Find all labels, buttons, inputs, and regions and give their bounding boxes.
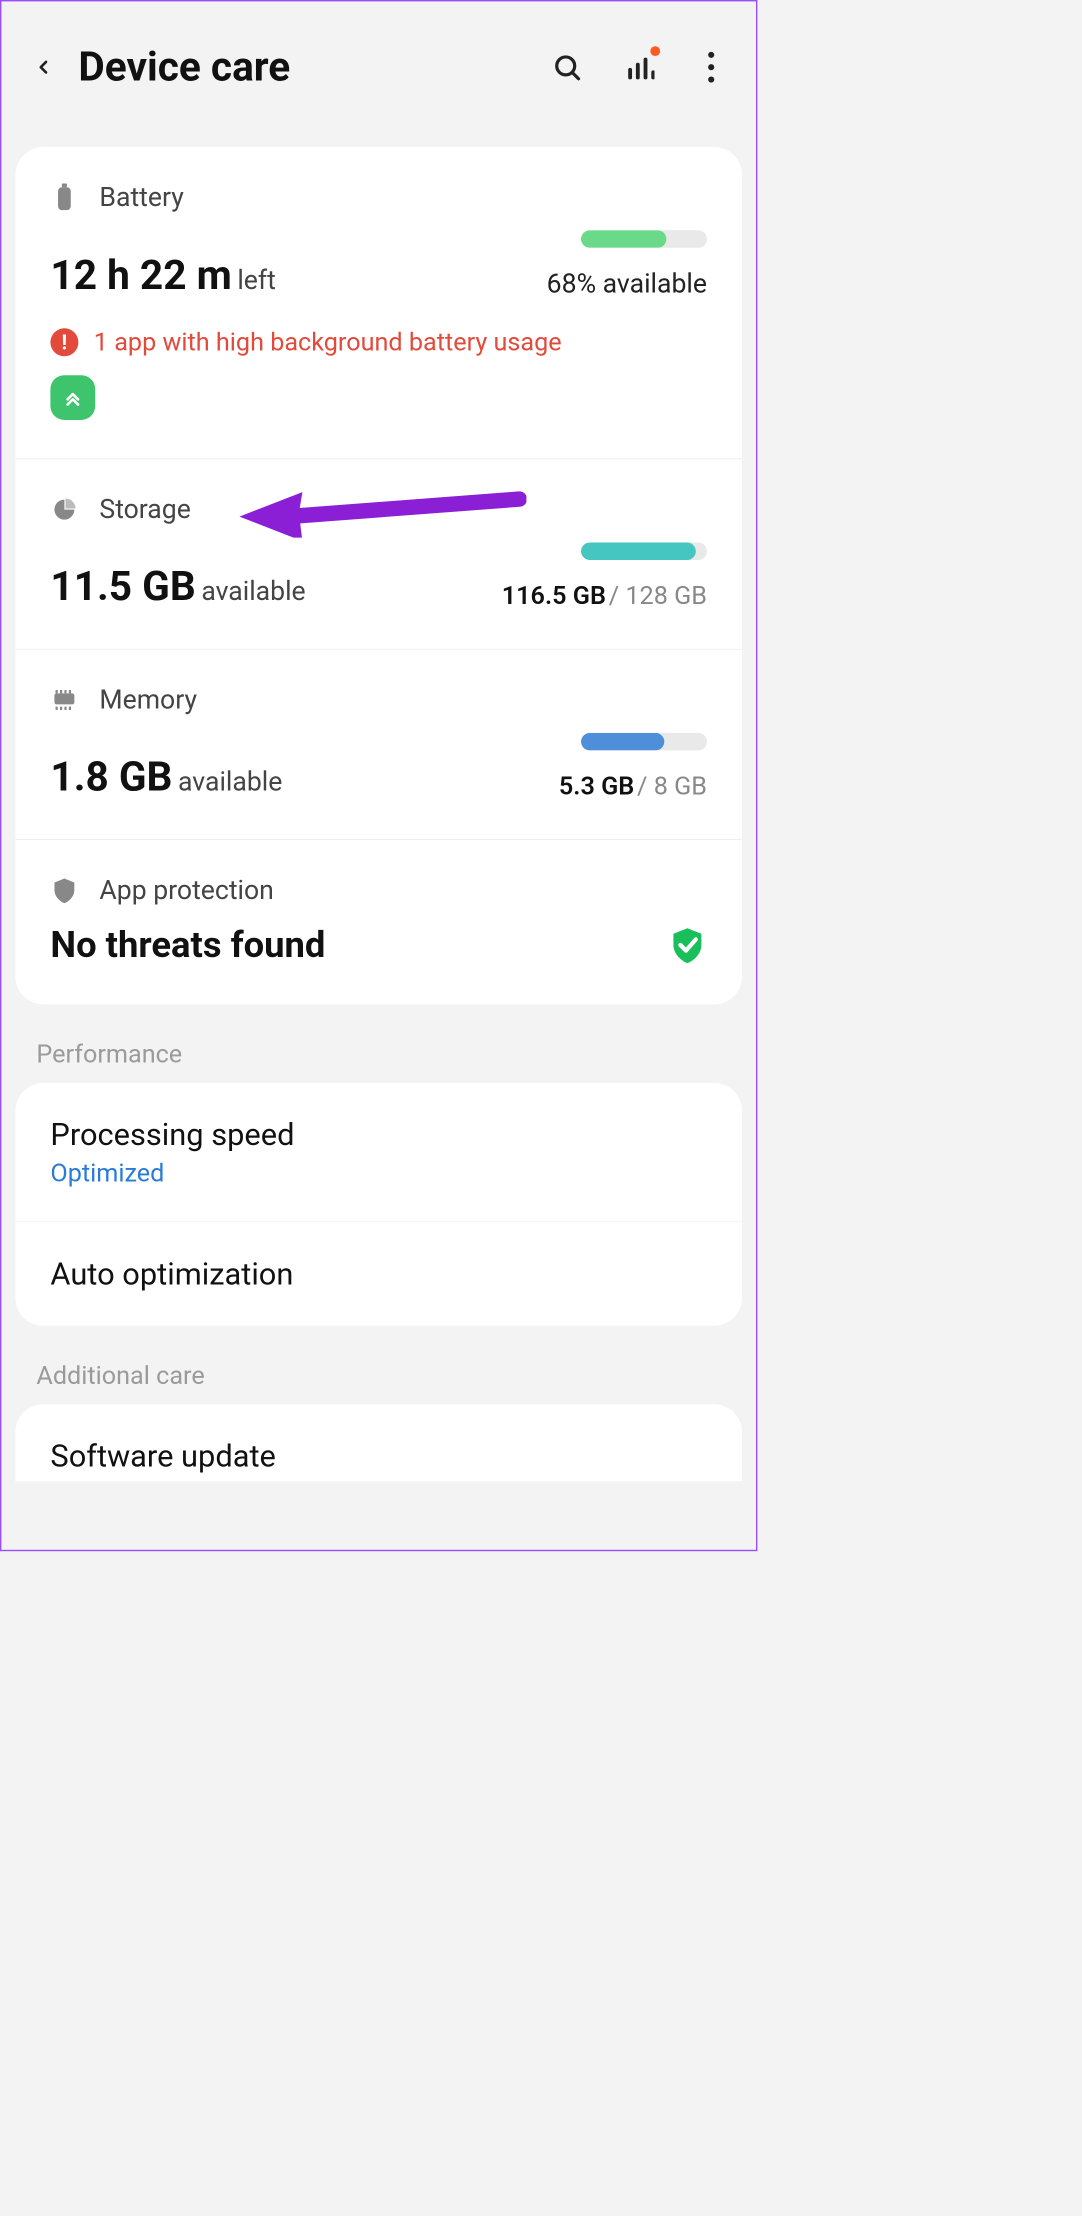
chevron-left-icon (33, 52, 54, 83)
chevron-double-up-icon (62, 387, 83, 408)
performance-list: Processing speed Optimized Auto optimiza… (15, 1083, 742, 1326)
battery-warning-text: 1 app with high background battery usage (94, 328, 562, 357)
storage-section[interactable]: Storage 11.5 GB available 116.5 GB / 128… (15, 459, 742, 649)
storage-icon (50, 496, 78, 524)
search-button[interactable] (550, 50, 584, 84)
auto-optimization-title: Auto optimization (50, 1256, 707, 1292)
optimize-badge[interactable] (50, 375, 95, 420)
app-header: Device care (1, 1, 756, 147)
battery-bar (581, 230, 707, 248)
bar-chart-icon (624, 52, 655, 83)
memory-ratio: 5.3 GB / 8 GB (559, 771, 707, 800)
battery-warning[interactable]: ! 1 app with high background battery usa… (50, 328, 707, 357)
auto-optimization-item[interactable]: Auto optimization (15, 1222, 742, 1326)
battery-bar-fill (581, 230, 667, 248)
alert-icon: ! (50, 328, 78, 356)
storage-available: 11.5 GB available (50, 563, 305, 611)
processing-speed-sub: Optimized (50, 1159, 707, 1188)
memory-icon (50, 686, 78, 714)
shield-icon (50, 876, 78, 904)
battery-label: Battery (99, 182, 183, 213)
performance-group-label: Performance (1, 1005, 756, 1083)
storage-ratio: 116.5 GB / 128 GB (502, 581, 707, 610)
software-update-title: Software update (50, 1438, 707, 1474)
processing-speed-title: Processing speed (50, 1117, 707, 1153)
status-card: Battery 12 h 22 m left 68% available ! 1… (15, 147, 742, 1005)
battery-time-left: 12 h 22 m left (50, 252, 275, 300)
storage-bar-fill (581, 543, 696, 561)
notification-dot-icon (650, 46, 660, 56)
shield-check-icon (668, 925, 707, 964)
app-protection-section[interactable]: App protection No threats found (15, 840, 742, 1005)
search-icon (552, 52, 583, 83)
software-update-item[interactable]: Software update (15, 1404, 742, 1481)
usage-button[interactable] (622, 50, 656, 84)
memory-available: 1.8 GB available (50, 753, 282, 801)
header-actions (550, 50, 728, 84)
additional-list: Software update (15, 1404, 742, 1481)
memory-section[interactable]: Memory 1.8 GB available 5.3 GB / 8 GB (15, 650, 742, 840)
more-button[interactable] (694, 50, 728, 84)
battery-section[interactable]: Battery 12 h 22 m left 68% available ! 1… (15, 147, 742, 459)
additional-care-group-label: Additional care (1, 1326, 756, 1404)
protection-status: No threats found (50, 923, 325, 966)
battery-percent: 68% available (547, 269, 707, 300)
more-vertical-icon (708, 52, 715, 83)
protection-label: App protection (99, 875, 273, 906)
battery-icon (50, 183, 78, 211)
memory-label: Memory (99, 685, 197, 716)
storage-bar (581, 543, 707, 561)
storage-label: Storage (99, 494, 190, 525)
memory-bar (581, 733, 707, 751)
memory-bar-fill (581, 733, 664, 751)
processing-speed-item[interactable]: Processing speed Optimized (15, 1083, 742, 1222)
back-button[interactable] (29, 53, 57, 81)
page-title: Device care (78, 43, 550, 91)
